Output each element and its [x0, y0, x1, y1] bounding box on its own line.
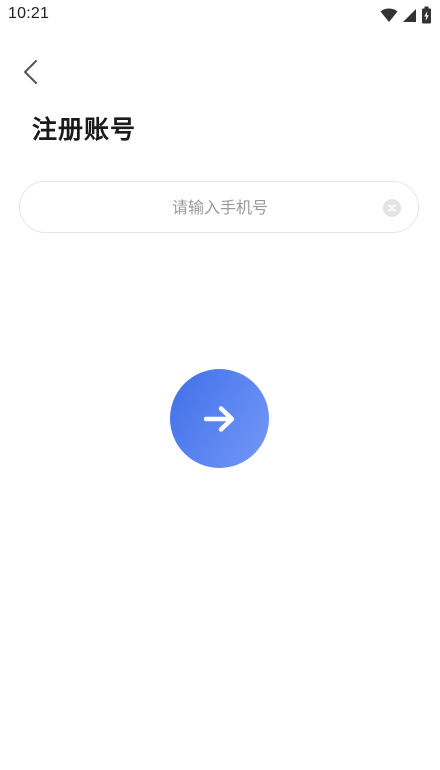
next-button[interactable]	[170, 369, 269, 468]
phone-input[interactable]	[60, 182, 380, 232]
register-screen: 10:21 注册账号	[0, 0, 440, 770]
arrow-right-icon	[203, 405, 234, 432]
wifi-icon	[380, 8, 398, 22]
page-title: 注册账号	[32, 115, 137, 144]
cellular-signal-icon	[403, 9, 416, 22]
status-icons	[380, 6, 432, 24]
phone-field[interactable]	[19, 181, 419, 233]
status-time: 10:21	[8, 5, 50, 22]
back-button[interactable]	[14, 56, 46, 88]
clear-circle-icon[interactable]	[383, 199, 401, 217]
battery-charging-icon	[422, 6, 431, 24]
chevron-left-icon	[24, 60, 37, 84]
status-bar: 10:21	[0, 0, 440, 30]
